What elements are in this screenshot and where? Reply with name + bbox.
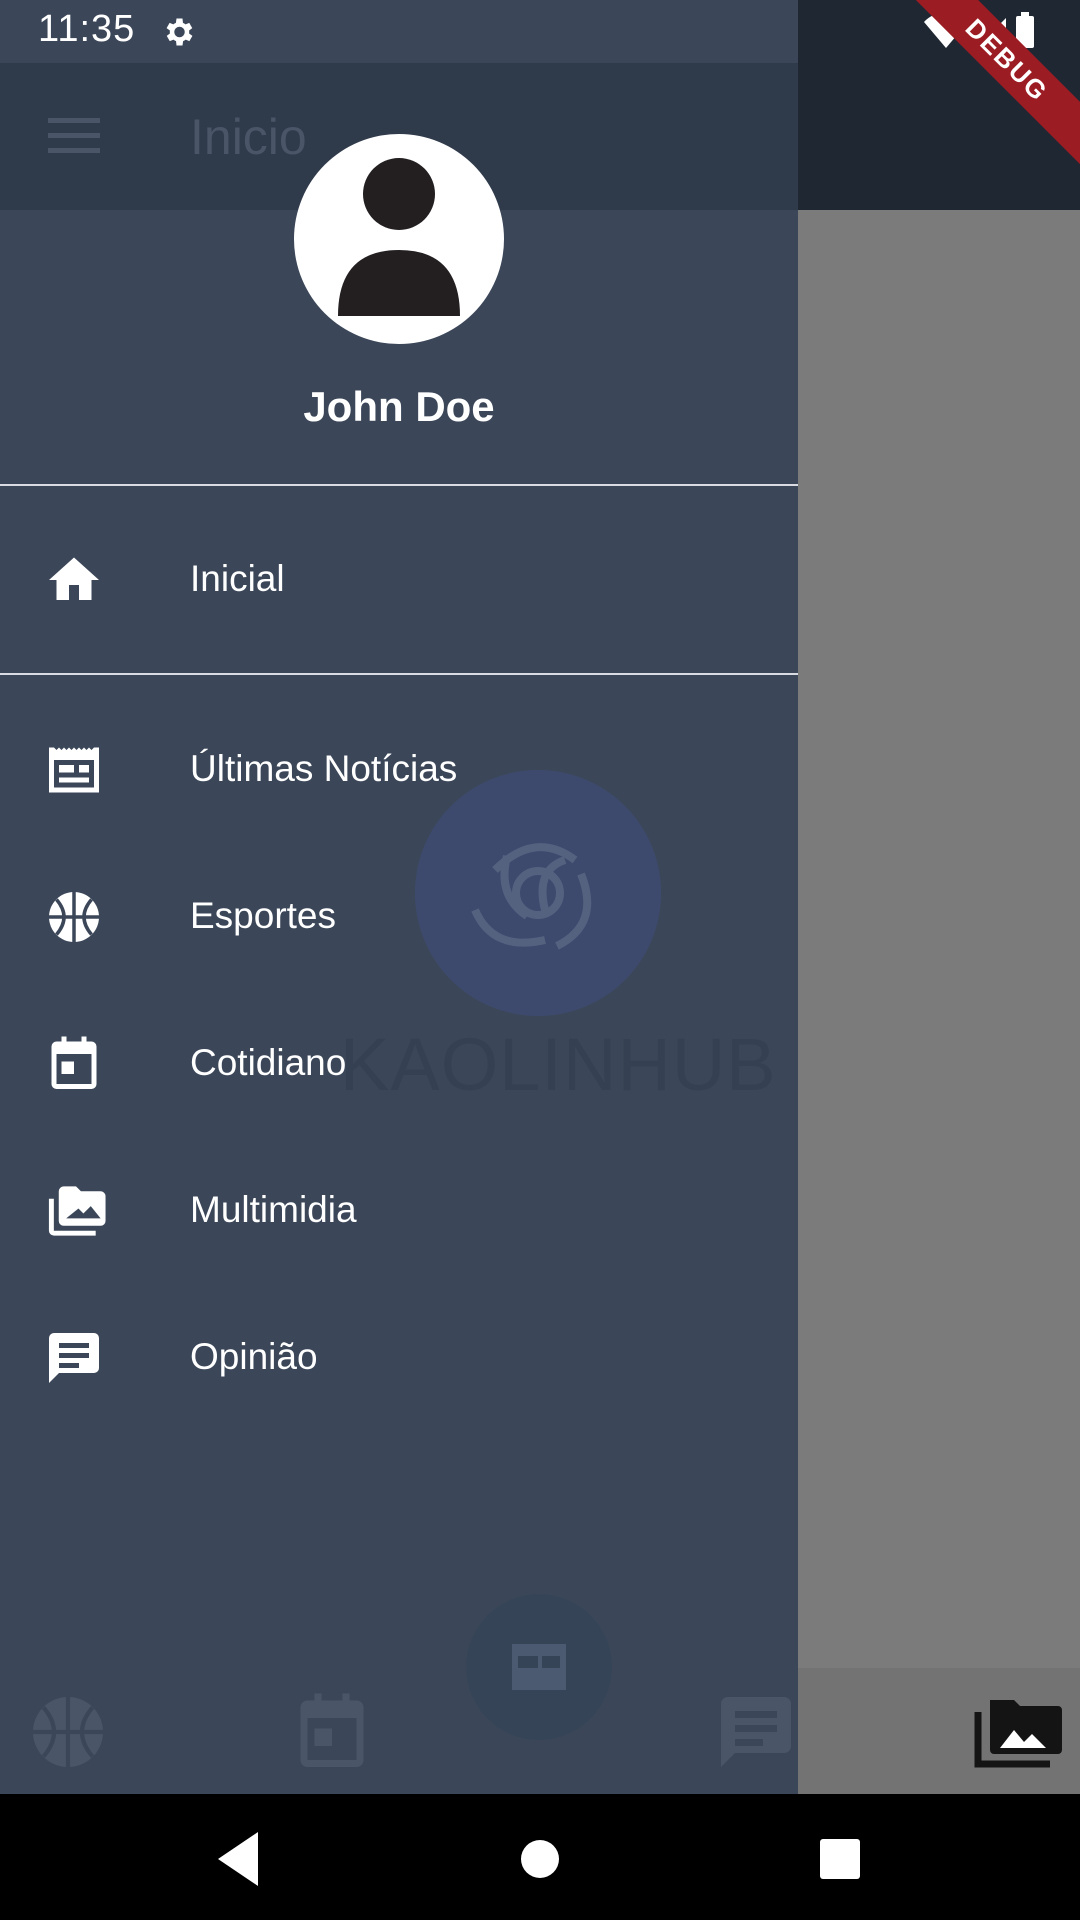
drawer-item-label: Últimas Notícias	[190, 748, 458, 789]
user-name: John Doe	[303, 383, 495, 430]
avatar[interactable]	[294, 134, 504, 344]
calendar-icon	[290, 1690, 374, 1774]
back-icon[interactable]	[200, 1824, 270, 1894]
menu-icon	[48, 118, 100, 154]
chat-icon	[714, 1690, 798, 1774]
basketball-icon	[26, 1690, 110, 1774]
divider	[0, 484, 798, 486]
newspaper-icon	[44, 740, 104, 800]
photo-library-icon	[44, 1181, 106, 1241]
photo-library-icon[interactable]	[972, 1690, 1062, 1770]
home-icon	[44, 550, 104, 610]
drawer-item-multimidia[interactable]: Multimidia	[0, 1151, 798, 1271]
drawer-item-opiniao[interactable]: Opinião	[0, 1298, 798, 1418]
chat-icon	[44, 1328, 104, 1388]
ghost-fab	[466, 1594, 612, 1740]
status-bar: 11:35	[0, 0, 1080, 63]
app-bar-title: Inicio	[190, 109, 307, 165]
divider	[0, 673, 798, 675]
person-icon	[338, 158, 460, 316]
gear-icon	[160, 14, 196, 50]
drawer-item-label: Multimidia	[190, 1189, 357, 1230]
drawer-item-esportes[interactable]: Esportes	[0, 857, 798, 977]
drawer-item-label: Esportes	[190, 895, 337, 936]
drawer-item-label: Inicial	[190, 558, 285, 599]
drawer-item-inicial[interactable]: Inicial	[0, 520, 798, 640]
system-navigation-bar	[0, 1794, 1080, 1920]
newspaper-icon	[512, 1644, 566, 1690]
calendar-icon	[44, 1034, 104, 1094]
basketball-icon	[44, 887, 104, 947]
drawer-item-label: Opinião	[190, 1336, 318, 1377]
drawer-item-label: Cotidiano	[190, 1042, 347, 1083]
recents-icon[interactable]	[805, 1824, 875, 1894]
navigation-drawer: Inicio John Doe Inicial KAOLINHUB Última…	[0, 0, 798, 1794]
drawer-item-ultimas-noticias[interactable]: Últimas Notícias	[0, 710, 798, 830]
drawer-item-cotidiano[interactable]: Cotidiano	[0, 1004, 798, 1124]
home-circle-icon[interactable]	[505, 1824, 575, 1894]
status-time: 11:35	[38, 8, 136, 50]
